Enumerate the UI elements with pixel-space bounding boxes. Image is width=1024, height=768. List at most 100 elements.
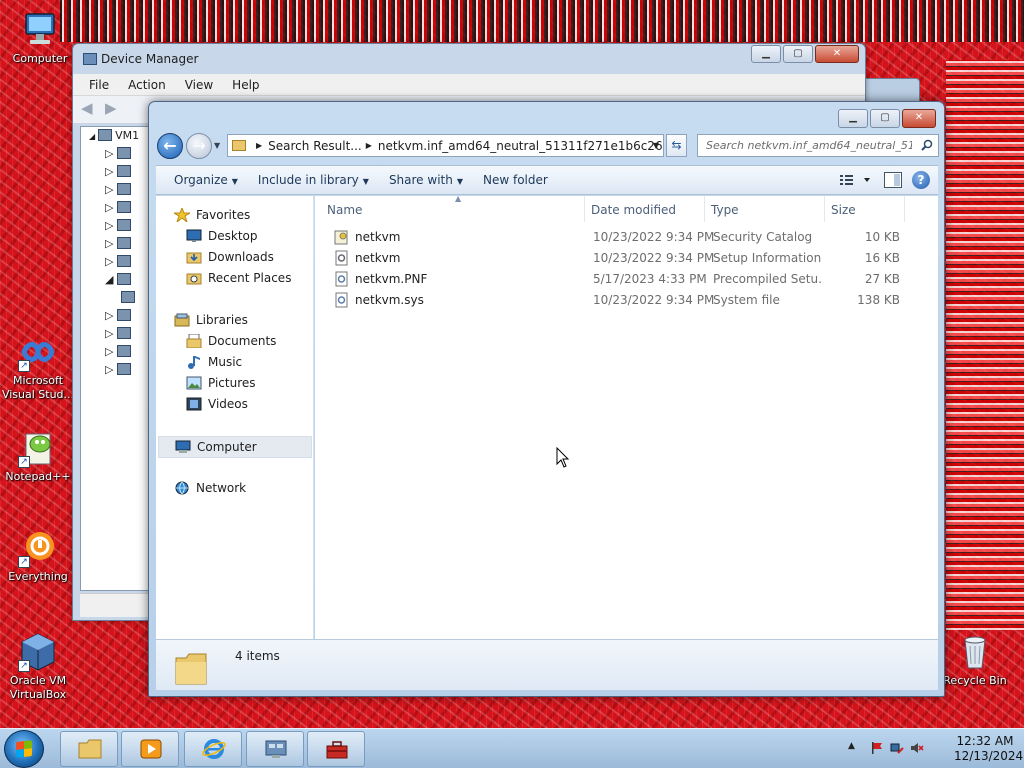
nav-network[interactable]: Network	[174, 481, 246, 495]
desktop-icon-computer[interactable]: Computer	[2, 10, 78, 66]
folder-icon	[232, 140, 246, 151]
device-manager-icon	[265, 740, 287, 758]
file-list[interactable]: ▲ Name Date modified Type Size netkvm 10…	[315, 194, 938, 639]
sort-ascending-icon: ▲	[455, 194, 462, 203]
shortcut-arrow-icon: ↗	[18, 360, 30, 372]
network-status-icon[interactable]	[890, 741, 904, 755]
desktop-icon-visual-studio[interactable]: ↗ Microsoft Visual Stud...	[0, 332, 76, 402]
menu-file[interactable]: File	[79, 74, 118, 95]
navigation-pane[interactable]: Favorites Desktop Downloads Recent Place…	[156, 196, 314, 639]
maximize-button[interactable]: ▢	[870, 109, 900, 128]
desktop-icon-notepad-plus-plus[interactable]: ↗ Notepad++	[0, 428, 76, 484]
tree-root[interactable]: ◢ VM1	[89, 129, 139, 146]
taskbar-device-manager-button[interactable]	[246, 731, 304, 767]
nav-pictures[interactable]: Pictures	[186, 376, 256, 390]
nav-downloads[interactable]: Downloads	[186, 250, 274, 264]
desktop-icon-everything[interactable]: ↗ Everything	[0, 528, 76, 584]
action-center-flag-icon[interactable]	[870, 741, 884, 755]
tree-node[interactable]: ▷	[105, 255, 134, 272]
forward-button[interactable]: →	[186, 133, 212, 159]
tree-node[interactable]: ▷	[105, 165, 134, 182]
taskbar-explorer-button[interactable]	[60, 731, 118, 767]
nav-desktop[interactable]: Desktop	[186, 229, 258, 243]
taskbar-internet-explorer-button[interactable]	[184, 731, 242, 767]
desktop-icon-virtualbox[interactable]: ↗ Oracle VM VirtualBox	[0, 632, 76, 702]
address-bar[interactable]: ▶ Search Result... ▶ netkvm.inf_amd64_ne…	[227, 134, 664, 157]
column-header-type[interactable]: Type	[705, 196, 825, 222]
recent-pages-dropdown[interactable]: ▼	[214, 141, 224, 151]
file-row[interactable]: netkvm.PNF 5/17/2023 4:33 PM Precompiled…	[315, 269, 938, 290]
back-arrow-icon[interactable]: ◀	[81, 101, 99, 117]
breadcrumb-separator[interactable]: ▶	[366, 141, 372, 150]
nav-computer[interactable]: Computer	[158, 436, 312, 458]
organize-button[interactable]: Organize ▼	[164, 173, 248, 187]
desktop-icon-recycle-bin[interactable]: Recycle Bin	[937, 632, 1013, 688]
nav-favorites[interactable]: Favorites	[174, 208, 250, 222]
file-date: 5/17/2023 4:33 PM	[593, 272, 707, 286]
tree-node[interactable]: ▷	[105, 363, 134, 380]
clock[interactable]: 12:32 AM 12/13/2024	[954, 734, 1023, 764]
menu-view[interactable]: View	[175, 74, 222, 95]
videos-icon	[186, 397, 202, 411]
tree-node[interactable]: ▷	[105, 345, 134, 362]
minimize-button[interactable]: ▁	[838, 109, 868, 128]
file-row[interactable]: netkvm 10/23/2022 9:34 PM Setup Informat…	[315, 248, 938, 269]
tree-node[interactable]: ▷	[105, 327, 134, 344]
start-button[interactable]	[4, 730, 44, 768]
change-view-button[interactable]	[838, 171, 874, 189]
refresh-button[interactable]: ⇆	[666, 134, 687, 157]
computer-icon	[20, 10, 60, 50]
computer-icon	[175, 440, 191, 453]
new-folder-button[interactable]: New folder	[473, 173, 558, 187]
search-icon[interactable]	[921, 139, 933, 151]
search-box[interactable]	[697, 134, 939, 157]
column-header-size[interactable]: Size	[825, 196, 905, 222]
share-with-button[interactable]: Share with ▼	[379, 173, 473, 187]
background-window-caption[interactable]	[862, 78, 920, 102]
column-header-name[interactable]: ▲ Name	[321, 194, 585, 222]
explorer-window[interactable]: ▁ ▢ ✕ ← → ▼ ▶ Search Result... ▶ netkvm.…	[148, 101, 945, 697]
tree-node[interactable]: ▷	[105, 219, 134, 236]
tree-node[interactable]: ◢	[105, 273, 134, 290]
preview-pane-button[interactable]	[884, 172, 902, 188]
tree-node[interactable]: ▷	[105, 147, 134, 164]
device-category-icon	[116, 255, 131, 267]
close-button[interactable]: ✕	[902, 109, 936, 128]
minimize-button[interactable]: ▁	[751, 45, 781, 63]
taskbar-toolbox-button[interactable]	[307, 731, 365, 767]
search-input[interactable]	[698, 135, 912, 156]
tree-node[interactable]: ▷	[105, 309, 134, 326]
back-button[interactable]: ←	[157, 133, 183, 159]
include-in-library-button[interactable]: Include in library ▼	[248, 173, 379, 187]
column-header-date-modified[interactable]: Date modified	[585, 196, 705, 222]
menu-help[interactable]: Help	[222, 74, 268, 95]
tree-node[interactable]: ▷	[105, 237, 134, 254]
nav-recent-places[interactable]: Recent Places	[186, 271, 291, 285]
everything-search-icon: ↗	[18, 528, 58, 568]
menu-action[interactable]: Action	[118, 74, 175, 95]
tree-node[interactable]	[121, 291, 138, 308]
breadcrumb-item[interactable]: Search Result...	[268, 139, 362, 153]
file-row[interactable]: netkvm 10/23/2022 9:34 PM Security Catal…	[315, 227, 938, 248]
close-button[interactable]: ✕	[815, 45, 859, 63]
taskbar-media-player-button[interactable]	[121, 731, 179, 767]
help-button[interactable]: ?	[912, 171, 930, 189]
nav-music[interactable]: Music	[186, 355, 242, 369]
nav-videos[interactable]: Videos	[186, 397, 248, 411]
file-row[interactable]: netkvm.sys 10/23/2022 9:34 PM System fil…	[315, 290, 938, 311]
tree-node[interactable]: ▷	[105, 183, 134, 200]
nav-libraries[interactable]: Libraries	[174, 313, 248, 327]
show-hidden-icons-button[interactable]: ▲	[848, 741, 855, 751]
nav-documents[interactable]: Documents	[186, 334, 276, 348]
maximize-button[interactable]: ▢	[783, 45, 813, 63]
forward-arrow-icon[interactable]: ▶	[105, 101, 123, 117]
device-manager-titlebar[interactable]: Device Manager ▁ ▢ ✕	[73, 44, 865, 74]
shortcut-arrow-icon: ↗	[18, 456, 30, 468]
breadcrumb-item[interactable]: netkvm.inf_amd64_neutral_51311f271e1b6c2…	[378, 139, 663, 153]
desktop-wallpaper-noise	[946, 60, 1024, 630]
address-dropdown-icon[interactable]: ▼	[649, 135, 663, 156]
file-name: netkvm	[355, 230, 401, 244]
speaker-muted-icon[interactable]	[910, 741, 924, 755]
tree-node[interactable]: ▷	[105, 201, 134, 218]
breadcrumb-separator[interactable]: ▶	[256, 141, 262, 150]
